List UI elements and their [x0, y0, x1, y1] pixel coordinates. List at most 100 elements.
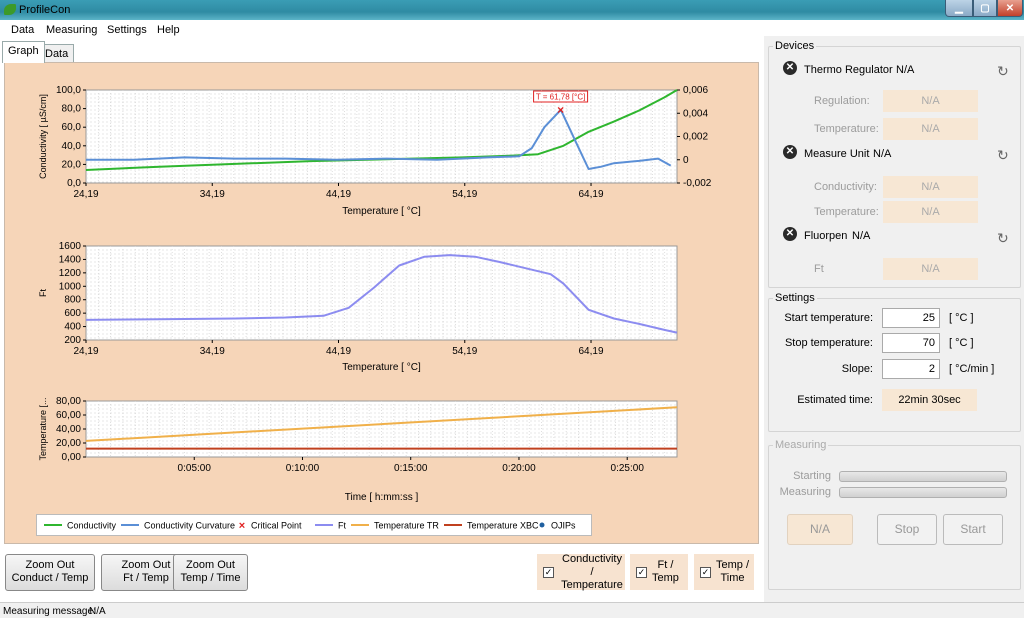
field-label: Regulation:	[814, 95, 870, 107]
y-tick-label: 1000	[59, 281, 82, 292]
maximize-button[interactable]: ▢	[973, 0, 997, 17]
start-button[interactable]: Start	[943, 514, 1003, 545]
y-tick-label: 80,00	[56, 396, 81, 407]
unit-label: [ °C/min ]	[949, 363, 995, 375]
field-label: Conductivity:	[814, 181, 877, 193]
check-icon[interactable]: ✓	[700, 566, 711, 578]
refresh-icon[interactable]: ↻	[997, 230, 1009, 247]
y-tick-label: 1200	[59, 268, 82, 279]
minimize-button[interactable]: ▁	[945, 0, 973, 17]
menu-measuring[interactable]: Measuring	[46, 24, 97, 36]
y2-tick-label: 0,006	[683, 85, 708, 96]
y-tick-label: 0,0	[67, 178, 81, 189]
x-tick-label: 0:20:00	[502, 463, 536, 474]
right-pane: Devices ✕ Thermo Regulator N/A ↻ Regulat…	[764, 36, 1024, 602]
x-tick-label: 54,19	[452, 346, 477, 357]
settings-title: Settings	[773, 292, 817, 304]
refresh-icon[interactable]: ↻	[997, 63, 1009, 80]
y2-tick-label: 0	[683, 155, 689, 166]
field-label: Temperature:	[814, 123, 879, 135]
slope-label: Slope:	[841, 363, 873, 375]
status-bar: Measuring message: N/A	[0, 602, 1024, 618]
start-temperature-input[interactable]: 25	[882, 308, 940, 328]
y-tick-label: 60,0	[62, 122, 82, 133]
legend-label: Temperature TR	[374, 521, 439, 531]
x-axis-label: Time [ h:mm:ss ]	[345, 492, 419, 503]
y-tick-label: 20,00	[56, 438, 81, 449]
y-tick-label: 100,0	[56, 85, 81, 96]
checkbox-label: Temperature	[561, 578, 623, 591]
legend-swatch: ×	[239, 520, 245, 532]
device-fluorpen: Fluorpen	[804, 230, 848, 242]
x-tick-label: 0:05:00	[178, 463, 212, 474]
y2-tick-label: 0,004	[683, 108, 708, 119]
chart-legend: Conductivity Conductivity Curvature × Criti…	[36, 514, 592, 536]
critical-point-annotation: T = 61,78 [°C]	[536, 93, 586, 102]
critical-point-marker: ×	[557, 103, 564, 117]
menu-settings[interactable]: Settings	[107, 24, 147, 36]
devices-group: Devices ✕ Thermo Regulator N/A ↻ Regulat…	[768, 40, 1021, 288]
stop-button[interactable]: Stop	[877, 514, 937, 545]
y-tick-label: 40,00	[56, 424, 81, 435]
y-tick-label: 600	[64, 308, 81, 319]
close-button[interactable]: ✕	[997, 0, 1023, 17]
zoom-button-label: Zoom Out	[25, 559, 75, 571]
checkbox-label: Temp	[652, 572, 679, 584]
estimated-time-label: Estimated time:	[797, 394, 873, 406]
measuring-group: Measuring Starting Measuring N/A Stop St…	[768, 439, 1021, 590]
x-tick-label: 64,19	[579, 189, 604, 200]
checkbox-label: Temp /	[716, 559, 750, 571]
y-tick-label: 20,0	[62, 159, 82, 170]
x-tick-label: 64,19	[579, 346, 604, 357]
error-icon: ✕	[783, 61, 797, 75]
checkbox-conductivity-temperature[interactable]: ✓ Conductivity / Temperature	[537, 552, 625, 591]
x-tick-label: 0:15:00	[394, 463, 428, 474]
graph-panel: 100,0 80,0 60,0 40,0 20,0 0,0 24,19 34,19 44,19 5…	[4, 62, 759, 544]
devices-title: Devices	[773, 40, 817, 52]
zoom-out-temp-time-button[interactable]: Zoom Out Temp / Time	[173, 554, 248, 591]
device-status: N/A	[896, 64, 915, 76]
status-label: Measuring message:	[3, 606, 96, 617]
check-icon[interactable]: ✓	[636, 566, 647, 578]
menu-data[interactable]: Data	[11, 24, 34, 36]
zoom-out-conduct-temp-button[interactable]: Zoom Out Conduct / Temp	[5, 554, 95, 591]
y-axis-label: Ft	[38, 289, 48, 297]
x-tick-label: 0:10:00	[286, 463, 320, 474]
measure-temperature-value: N/A	[883, 201, 978, 223]
stop-temperature-label: Stop temperature:	[784, 337, 873, 349]
legend-label: Conductivity Curvature	[144, 521, 235, 531]
measuring-status-value: N/A	[787, 514, 853, 545]
error-icon: ✕	[783, 145, 797, 159]
refresh-icon[interactable]: ↻	[997, 147, 1009, 164]
y2-tick-label: 0,002	[683, 132, 708, 143]
y-tick-label: 40,0	[62, 141, 82, 152]
error-icon: ✕	[783, 227, 797, 241]
checkbox-ft-temp[interactable]: ✓ Ft / Temp	[630, 554, 688, 590]
legend-label: Ft	[338, 521, 346, 531]
device-thermo-regulator: Thermo Regulator	[804, 64, 893, 76]
zoom-button-label: Temp / Time	[180, 572, 241, 584]
check-icon[interactable]: ✓	[543, 566, 554, 578]
y-axis-label: Temperature [...	[38, 397, 48, 460]
ft-value: N/A	[883, 258, 978, 280]
title-bar: ProfileCon ▁ ▢ ✕	[0, 0, 1024, 20]
window-title: ProfileCon	[19, 4, 71, 16]
y-tick-label: 0,00	[62, 452, 82, 463]
stop-temperature-input[interactable]: 70	[882, 333, 940, 353]
y-tick-label: 1600	[59, 241, 82, 252]
checkbox-label: Conductivity /	[562, 552, 622, 578]
device-measure-unit: Measure Unit	[804, 148, 870, 160]
x-tick-label: 24,19	[73, 346, 98, 357]
tab-graph[interactable]: Graph	[2, 41, 45, 63]
menu-help[interactable]: Help	[157, 24, 180, 36]
checkbox-temp-time[interactable]: ✓ Temp / Time	[694, 554, 754, 590]
field-label: Temperature:	[814, 206, 879, 218]
slope-input[interactable]: 2	[882, 359, 940, 379]
field-label: Ft	[814, 263, 824, 275]
y-axis-label: Conductivity [ µS/cm]	[38, 94, 48, 179]
unit-label: [ °C ]	[949, 337, 974, 349]
x-tick-label: 44,19	[326, 346, 351, 357]
app-leaf-icon	[4, 4, 16, 15]
charts-canvas: 100,080,060,040,020,00,024,19 34,19 44,19 5…	[38, 85, 712, 503]
bottom-bar: Zoom Out Conduct / Temp Zoom Out Ft / Te…	[0, 546, 764, 602]
